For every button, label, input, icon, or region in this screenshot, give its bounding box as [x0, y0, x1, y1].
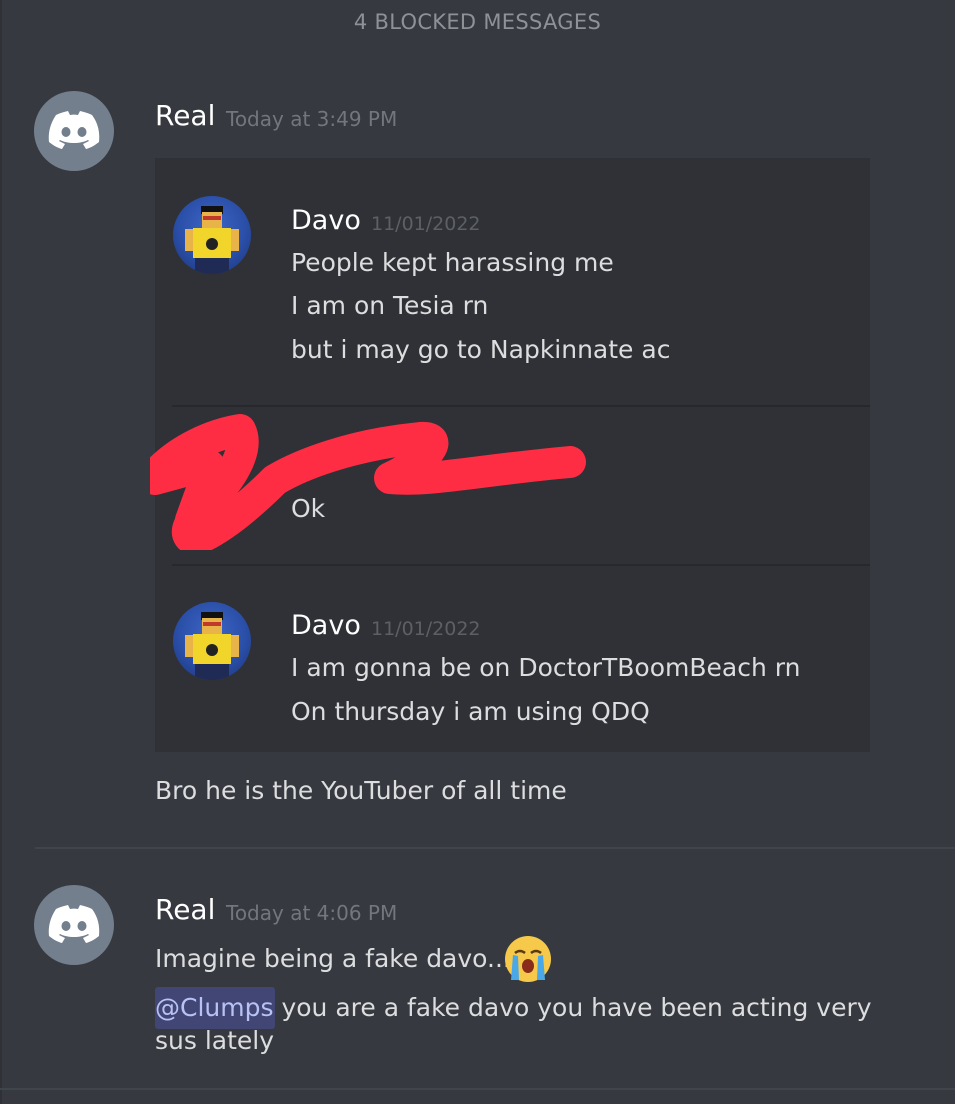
message-text: sus lately: [155, 1026, 275, 1055]
bottom-separator: [0, 1088, 955, 1090]
discord-avatar-icon[interactable]: [34, 91, 114, 171]
message-separator: [35, 847, 955, 849]
discord-logo-icon: [48, 905, 100, 943]
embed-message-line: On thursday i am using QDQ: [291, 697, 650, 726]
discord-avatar-icon[interactable]: [34, 885, 114, 965]
message-timestamp: Today at 4:06 PM: [226, 901, 398, 925]
embed-message-line: People kept harassing me: [291, 248, 614, 277]
davo-avatar[interactable]: [173, 602, 251, 680]
roblox-character-icon: [185, 206, 239, 274]
embed-author[interactable]: Davo: [291, 205, 361, 236]
embed-divider: [172, 564, 870, 566]
message-text-with-mention: @Clumps you are a fake davo you have bee…: [155, 993, 872, 1022]
discord-logo-icon: [48, 111, 100, 149]
embed-message-line: I am on Tesia rn: [291, 291, 489, 320]
message-timestamp: Today at 3:49 PM: [226, 107, 398, 131]
message-text-continued: you are a fake davo you have been acting…: [273, 993, 872, 1022]
red-scribble-redaction: [150, 414, 586, 550]
message-author[interactable]: Real: [155, 99, 215, 132]
left-edge: [0, 0, 2, 1104]
user-mention[interactable]: @Clumps: [155, 993, 274, 1022]
roblox-character-icon: [185, 612, 239, 680]
embed-author[interactable]: Davo: [291, 610, 361, 641]
embed-timestamp: 11/01/2022: [371, 213, 481, 235]
davo-avatar[interactable]: [173, 196, 251, 274]
embed-timestamp: 11/01/2022: [371, 618, 481, 640]
embed-message-line: but i may go to Napkinnate ac: [291, 335, 671, 364]
loudly-crying-face-icon[interactable]: [505, 936, 551, 982]
embed-divider: [172, 405, 870, 407]
crying-face-features: [511, 949, 545, 980]
message-author[interactable]: Real: [155, 893, 215, 926]
blocked-messages-banner[interactable]: 4 BLOCKED MESSAGES: [0, 10, 955, 34]
message-text: Bro he is the YouTuber of all time: [155, 776, 567, 805]
embed-message-line: I am gonna be on DoctorTBoomBeach rn: [291, 653, 801, 682]
message-text: Imagine being a fake davo...: [155, 944, 511, 973]
